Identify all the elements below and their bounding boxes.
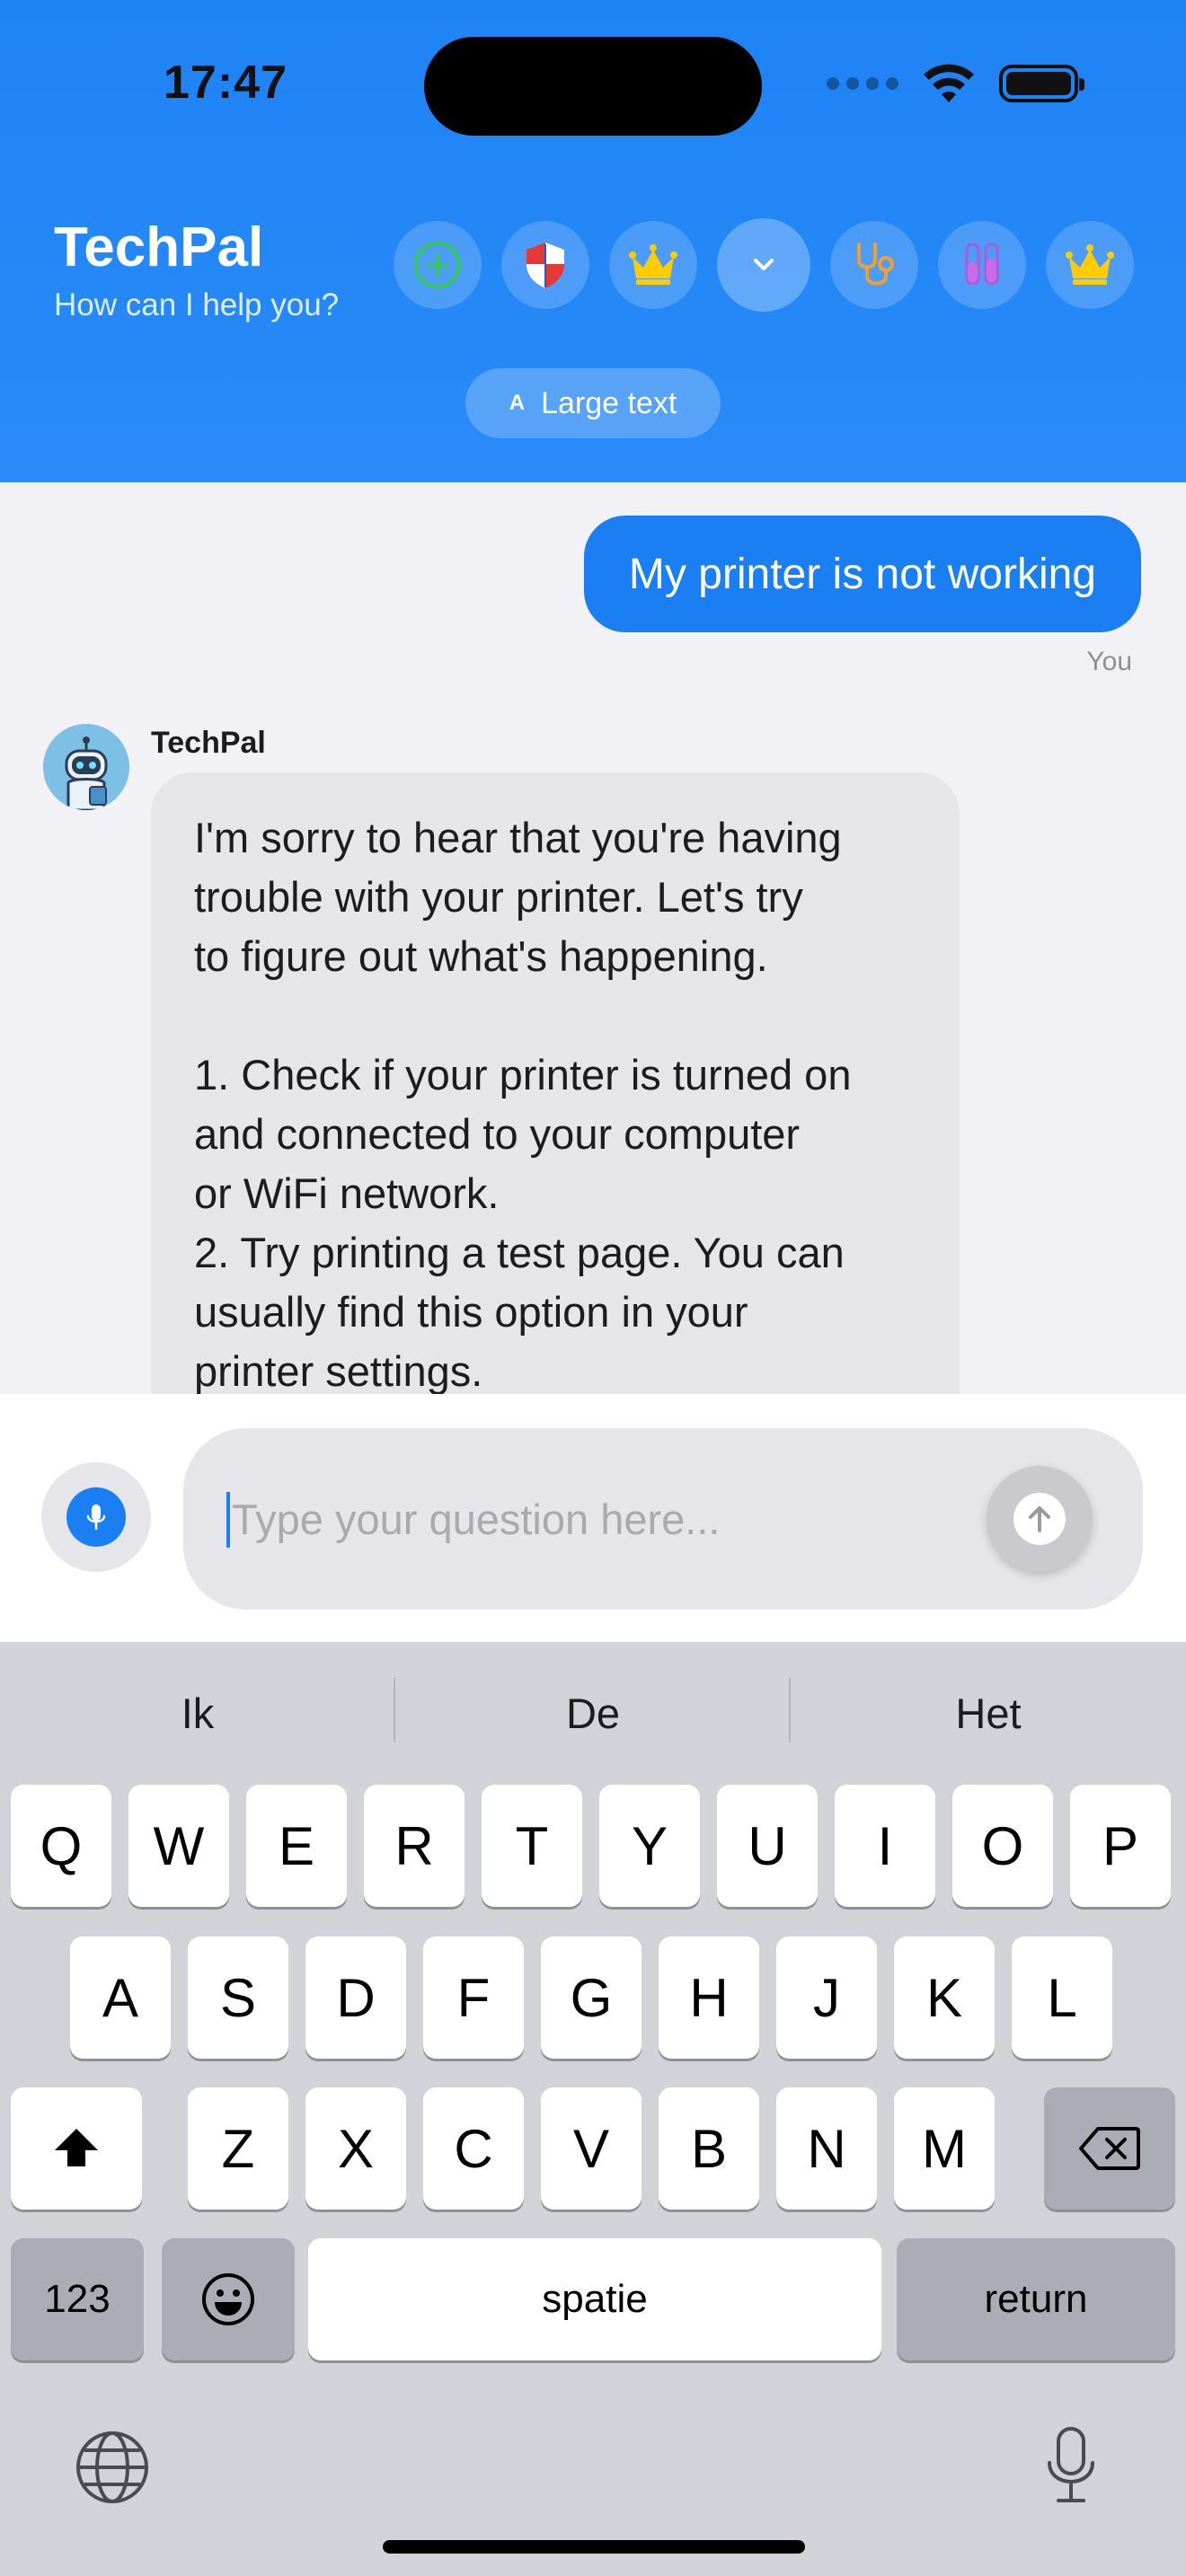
- home-indicator[interactable]: [383, 2540, 805, 2554]
- crown-icon[interactable]: [609, 221, 697, 309]
- test-tubes-icon[interactable]: [938, 221, 1026, 309]
- text-cursor: [226, 1492, 230, 1548]
- user-message-sender: You: [1086, 647, 1132, 676]
- key-k[interactable]: K: [894, 1936, 995, 2059]
- question-input-placeholder: Type your question here...: [232, 1495, 721, 1543]
- microphone-icon: [86, 1504, 106, 1531]
- suggestion-item[interactable]: Het: [791, 1689, 1186, 1738]
- key-j[interactable]: J: [776, 1936, 877, 2059]
- key-l[interactable]: L: [1012, 1936, 1112, 2059]
- cellular-signal-icon: [827, 77, 898, 90]
- return-key[interactable]: return: [897, 2238, 1175, 2360]
- key-g[interactable]: G: [541, 1936, 642, 2059]
- key-v[interactable]: V: [541, 2087, 642, 2210]
- category-icon-row: [394, 218, 1134, 312]
- key-d[interactable]: D: [305, 1936, 406, 2059]
- app-subtitle: How can I help you?: [54, 287, 340, 322]
- send-button[interactable]: [987, 1466, 1093, 1572]
- key-c[interactable]: C: [423, 2087, 524, 2210]
- suggestion-bar: Ik De Het: [0, 1642, 1186, 1784]
- key-h[interactable]: H: [659, 1936, 759, 2059]
- user-message-bubble: My printer is not working: [583, 516, 1141, 632]
- dynamic-island: [424, 37, 762, 136]
- bot-message-bubble: I'm sorry to hear that you're having tro…: [151, 772, 960, 1437]
- suggestion-item[interactable]: De: [395, 1689, 791, 1738]
- chevron-down-icon[interactable]: [717, 218, 810, 312]
- key-f[interactable]: F: [423, 1936, 524, 2059]
- bot-avatar: [43, 724, 129, 810]
- status-time: 17:47: [164, 57, 288, 109]
- emoji-key[interactable]: [162, 2238, 295, 2360]
- arrow-up-icon: [1029, 1506, 1050, 1532]
- robot-icon: [43, 724, 129, 810]
- shift-key[interactable]: [11, 2087, 142, 2210]
- voice-input-button[interactable]: [41, 1462, 151, 1572]
- key-q[interactable]: Q: [11, 1785, 111, 1907]
- key-m[interactable]: M: [894, 2087, 995, 2210]
- key-a[interactable]: A: [70, 1936, 171, 2059]
- plus-circle-icon[interactable]: [394, 221, 482, 309]
- globe-icon[interactable]: [74, 2429, 151, 2506]
- suggestion-divider: [789, 1678, 791, 1742]
- emoji-smile-icon: [202, 2273, 254, 2325]
- crown-icon[interactable]: [1046, 221, 1134, 309]
- suggestion-item[interactable]: Ik: [0, 1689, 395, 1738]
- status-icons: [827, 63, 1084, 104]
- key-p[interactable]: P: [1070, 1785, 1171, 1907]
- app-title: TechPal: [54, 216, 264, 278]
- key-w[interactable]: W: [128, 1785, 229, 1907]
- key-u[interactable]: U: [717, 1785, 818, 1907]
- key-b[interactable]: B: [659, 2087, 759, 2210]
- key-r[interactable]: R: [364, 1785, 465, 1907]
- key-t[interactable]: T: [482, 1785, 582, 1907]
- bot-name: TechPal: [151, 726, 266, 760]
- key-y[interactable]: Y: [599, 1785, 700, 1907]
- shield-icon[interactable]: [501, 221, 589, 309]
- numbers-key[interactable]: 123: [11, 2238, 144, 2360]
- large-text-button[interactable]: A Large text: [465, 368, 721, 438]
- text-size-icon: A: [509, 391, 526, 415]
- suggestion-divider: [394, 1678, 395, 1742]
- large-text-label: Large text: [541, 385, 677, 420]
- key-i[interactable]: I: [835, 1785, 935, 1907]
- delete-key[interactable]: [1044, 2087, 1175, 2210]
- key-z[interactable]: Z: [188, 2087, 288, 2210]
- key-n[interactable]: N: [776, 2087, 877, 2210]
- key-x[interactable]: X: [305, 2087, 406, 2210]
- key-o[interactable]: O: [952, 1785, 1053, 1907]
- stethoscope-icon[interactable]: [830, 221, 918, 309]
- wifi-icon: [924, 64, 974, 102]
- key-e[interactable]: E: [246, 1785, 347, 1907]
- backspace-icon: [1079, 2127, 1140, 2170]
- dictation-microphone-icon[interactable]: [1042, 2425, 1100, 2506]
- key-s[interactable]: S: [188, 1936, 288, 2059]
- space-key[interactable]: spatie: [308, 2238, 881, 2360]
- shift-arrow-icon: [55, 2129, 98, 2166]
- battery-icon: [999, 65, 1084, 102]
